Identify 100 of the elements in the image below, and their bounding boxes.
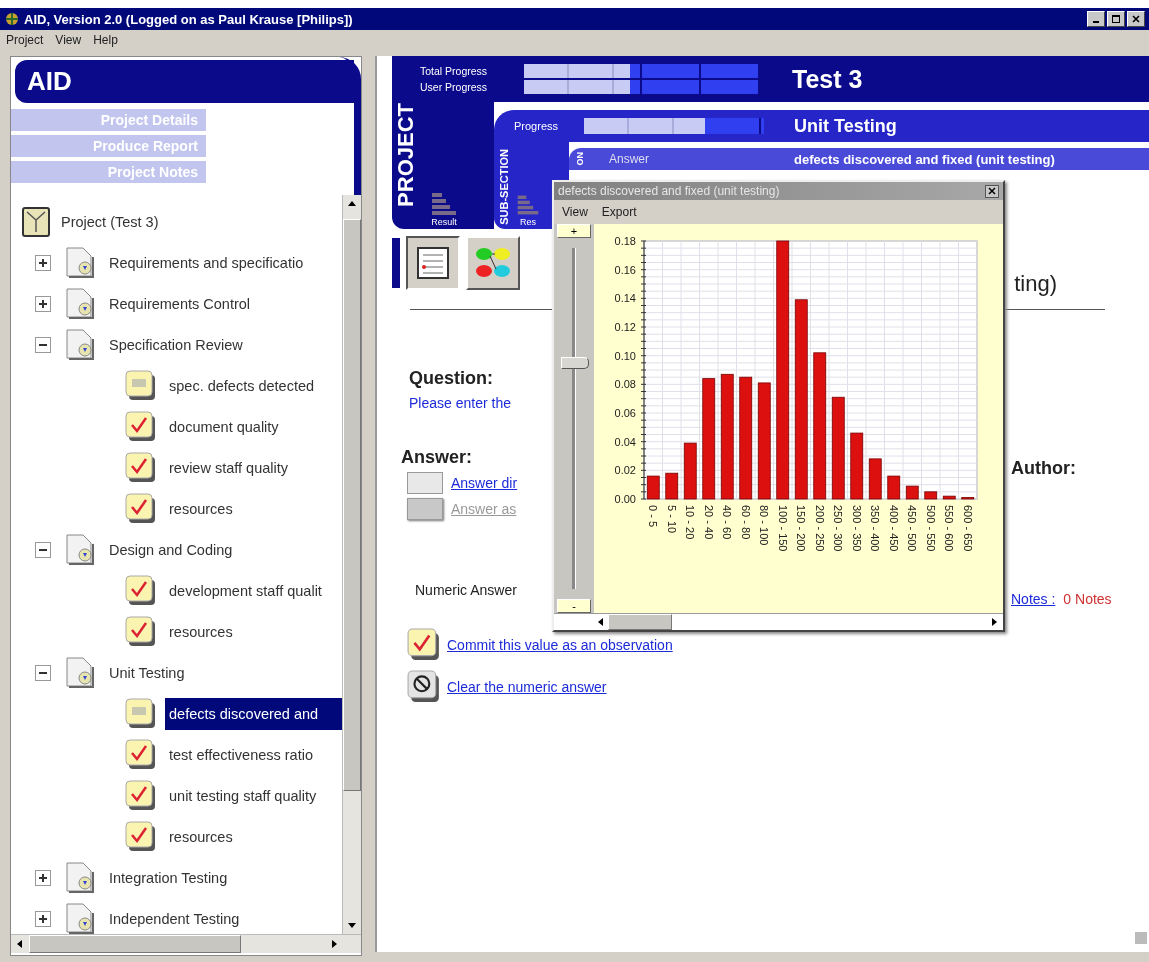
menu-item[interactable]: Project [6,33,44,47]
axis-label: 0.10 [614,349,636,362]
expand-toggle[interactable] [35,254,51,271]
tree-item[interactable]: Project (Test 3) [57,210,163,233]
axis-label: 550 - 600 [943,505,956,552]
axis-label: 250 - 300 [832,505,845,552]
expand-toggle[interactable] [35,295,51,312]
answer-heading: Answer: [401,447,472,468]
tree-item[interactable]: document quality [165,415,283,438]
axis-label: 0 - 5 [647,505,660,527]
tree-item[interactable]: Unit Testing [105,661,189,684]
bar [868,458,882,500]
question-heading: Question: [408,368,493,389]
action-link[interactable]: Commit this value as an observation [447,637,673,653]
checklist-icon [415,245,451,281]
scroll-thumb[interactable] [608,614,672,630]
question-tab-label: ON [575,152,586,166]
resize-grip[interactable] [1135,932,1147,944]
notes-link[interactable]: Notes : [1011,591,1056,607]
maximize-button[interactable] [1107,11,1125,27]
axis-label: 100 - 150 [776,505,789,552]
tree-item[interactable]: development staff qualit [165,579,326,602]
axis-label: 80 - 100 [758,505,771,546]
axis-label: 0.18 [614,235,636,247]
axis-label: 0.00 [614,493,636,505]
bar [683,442,697,500]
page-heading: ting) [1014,271,1057,297]
chart-window-title: defects discovered and fixed (unit testing) [558,184,780,198]
collapse-toggle[interactable] [35,541,51,558]
minimize-button[interactable] [1087,11,1105,27]
horizontal-scrollbar[interactable] [554,613,1003,630]
axis-label: 450 - 500 [906,505,919,552]
progress-label: User Progress [420,81,489,93]
result-icon [516,193,540,217]
maximize-icon [1112,15,1120,23]
menu-item[interactable]: View [55,33,82,47]
tree-item[interactable]: Independent Testing [105,907,244,930]
tree-item[interactable]: resources [165,825,237,848]
diagram-button[interactable] [466,236,520,290]
axis-label: 0.06 [614,407,636,419]
expand-toggle[interactable] [35,910,51,927]
tree-item[interactable]: Requirements Control [105,292,255,315]
answer-label: Answer [608,152,650,166]
vertical-scrollbar[interactable] [342,195,361,934]
window-title: AID, Version 2.0 (Logged on as Paul Krause [Philips]) [24,11,353,27]
bar [850,432,864,500]
axis-label: 20 - 40 [702,505,715,540]
axis-label: 600 - 650 [961,505,974,552]
axis-label: 0.04 [614,435,636,448]
menu-item[interactable]: Help [93,33,118,47]
notes-count: 0 Notes [1063,591,1112,607]
bar [665,472,679,500]
bar [924,491,938,500]
menu-item[interactable]: Export [601,205,637,219]
bar [942,495,956,500]
tree-item[interactable]: resources [165,620,237,643]
axis-label: 0.12 [614,321,636,333]
collapse-toggle[interactable] [35,336,51,353]
tree-item[interactable]: Design and Coding [105,538,237,561]
question-text: Please enter the [408,395,511,411]
checkmark-icon[interactable] [407,628,441,662]
axis-label: 10 - 20 [684,505,697,540]
axis-label: 500 - 550 [924,505,937,552]
tree-item[interactable]: resources [165,497,237,520]
numeric-answer-label: Numeric Answer [414,582,517,598]
tree-item[interactable]: review staff quality [165,456,292,479]
zoom-in-button[interactable]: + [557,224,591,238]
option-link[interactable]: Answer dir [451,475,518,491]
close-button[interactable] [985,184,999,198]
tree-item[interactable]: unit testing staff quality [165,784,321,807]
project-icon [21,205,51,238]
result-icon [430,191,458,217]
bar [961,497,975,500]
expand-toggle[interactable] [35,869,51,886]
tree-item[interactable]: Specification Review [105,333,247,356]
clear-icon[interactable] [407,670,441,704]
tree-item[interactable]: Integration Testing [105,866,232,889]
tree-item[interactable]: spec. defects detected [165,374,319,397]
zoom-out-button[interactable]: - [557,599,591,613]
app-icon [4,11,20,27]
collapse-toggle[interactable] [35,664,51,681]
action-link[interactable]: Clear the numeric answer [447,679,607,695]
tree-item[interactable]: test effectiveness ratio [165,743,317,766]
bar [905,485,919,500]
subsection-title: Unit Testing [794,115,897,137]
axis-label: 0.08 [614,378,636,391]
axis-label: 150 - 200 [795,505,808,552]
horizontal-scrollbar[interactable] [11,934,361,953]
progress-label: Progress [514,120,560,132]
tab-strip [392,238,400,288]
tree-item[interactable]: Requirements and specificatio [105,251,308,274]
author-heading: Author: [1011,458,1077,479]
axis-label: 0.02 [614,464,636,477]
tree-item[interactable]: defects discovered and [165,697,342,730]
checklist-button[interactable] [406,236,460,290]
axis-label: 0.14 [614,292,636,305]
result-label: Result [431,217,457,227]
menu-item[interactable]: View [562,205,588,219]
axis-label: 40 - 60 [721,505,734,540]
question-title: defects discovered and fixed (unit testing) [794,151,1055,167]
